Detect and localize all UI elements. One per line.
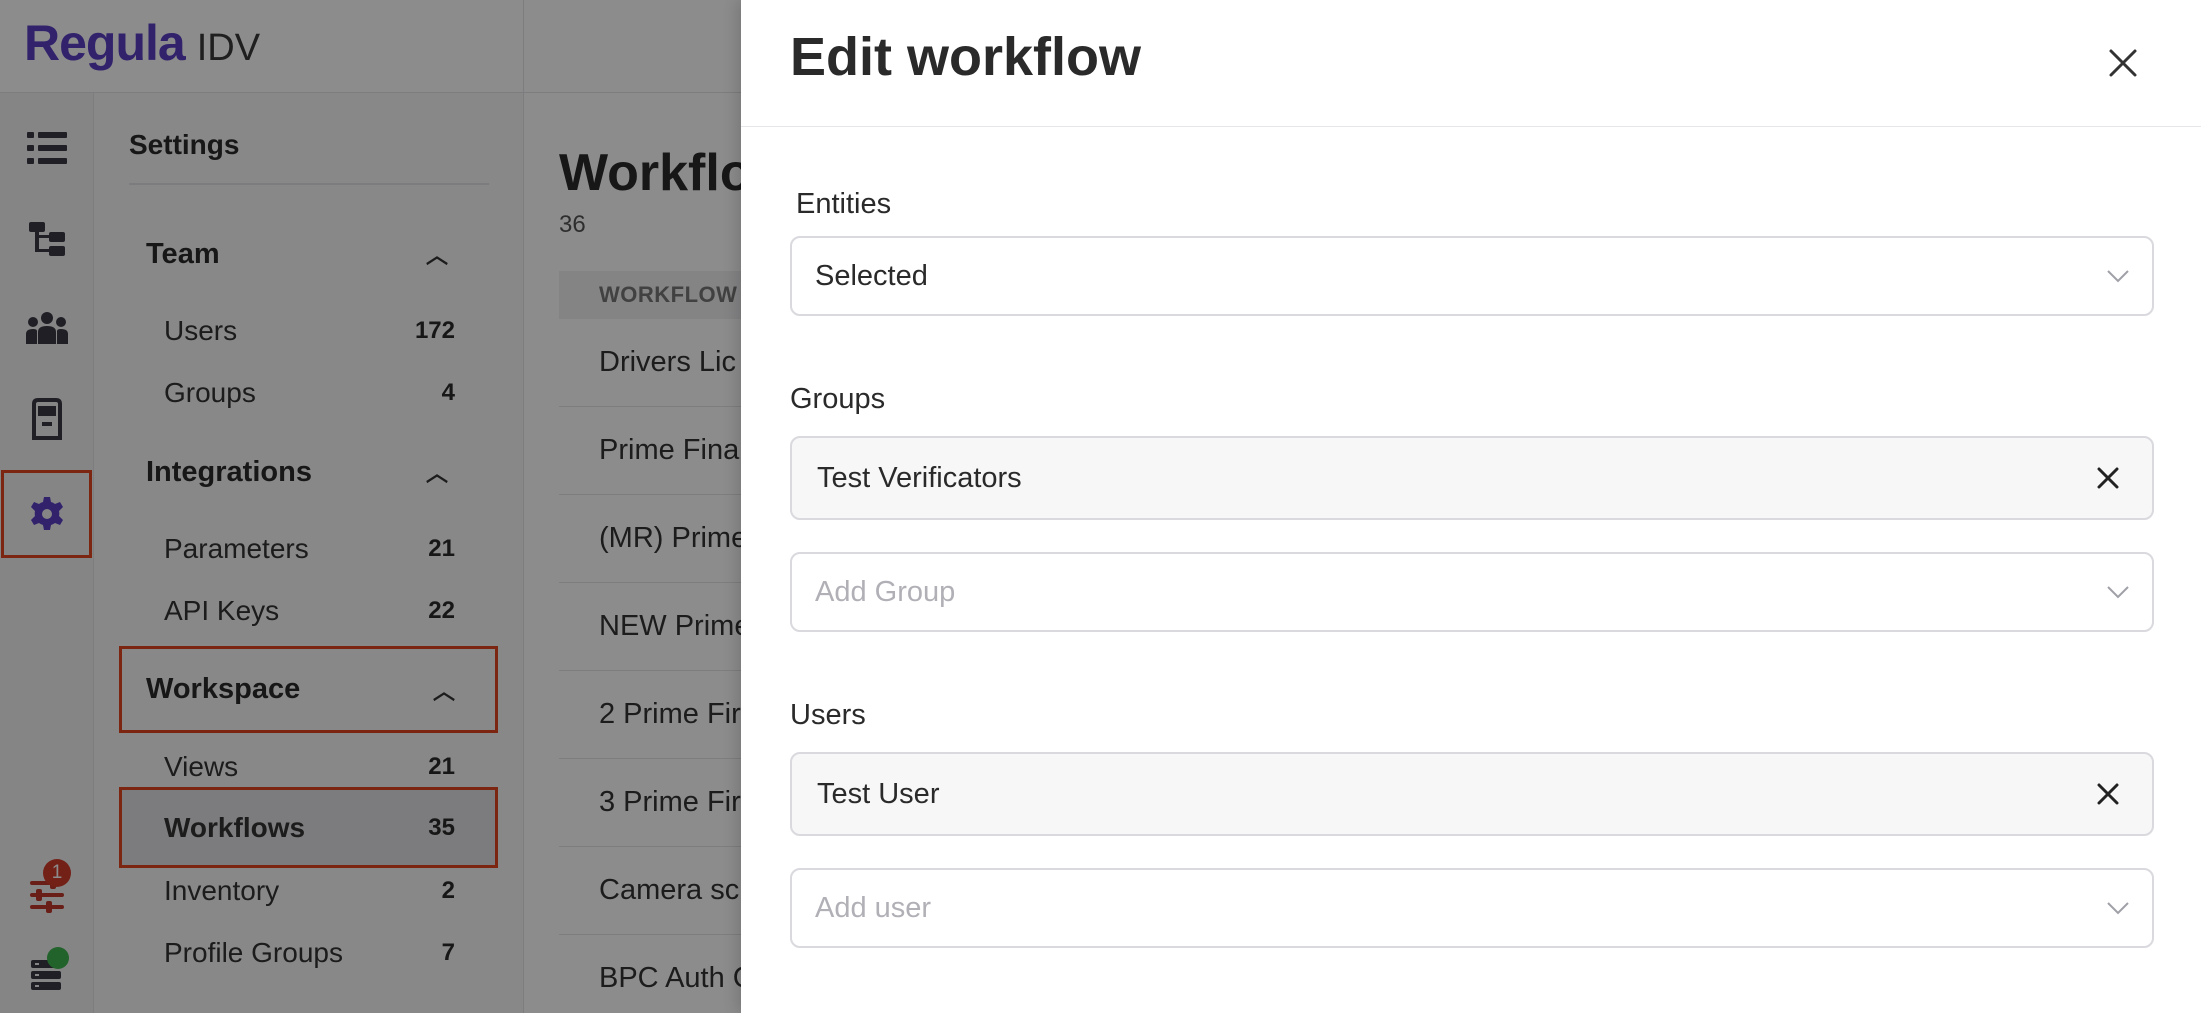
- add-group-placeholder: Add Group: [815, 575, 956, 608]
- user-tag-label: Test User: [817, 777, 940, 810]
- chevron-down-icon: [2107, 270, 2129, 283]
- close-icon: [2109, 49, 2137, 77]
- add-user-placeholder: Add user: [815, 891, 932, 924]
- edit-workflow-drawer: Edit workflow Entities Selected Groups T…: [741, 0, 2201, 1013]
- group-tag-label: Test Verificators: [817, 461, 1022, 494]
- close-icon: [2097, 467, 2119, 489]
- add-group-select[interactable]: Add Group: [790, 552, 2154, 632]
- users-label: Users: [790, 699, 866, 731]
- groups-label: Groups: [790, 383, 886, 415]
- drawer-header: Edit workflow: [741, 0, 2201, 127]
- remove-group-button[interactable]: [2088, 458, 2128, 498]
- drawer-title: Edit workflow: [790, 27, 1141, 87]
- entities-label: Entities: [796, 188, 892, 220]
- entities-select[interactable]: Selected: [790, 236, 2154, 316]
- chevron-down-icon: [2107, 586, 2129, 599]
- group-tag: Test Verificators: [790, 436, 2154, 520]
- close-icon: [2097, 783, 2119, 805]
- chevron-down-icon: [2107, 902, 2129, 915]
- remove-user-button[interactable]: [2088, 774, 2128, 814]
- entities-value: Selected: [815, 259, 928, 292]
- add-user-select[interactable]: Add user: [790, 868, 2154, 948]
- close-button[interactable]: [2098, 38, 2148, 88]
- user-tag: Test User: [790, 752, 2154, 836]
